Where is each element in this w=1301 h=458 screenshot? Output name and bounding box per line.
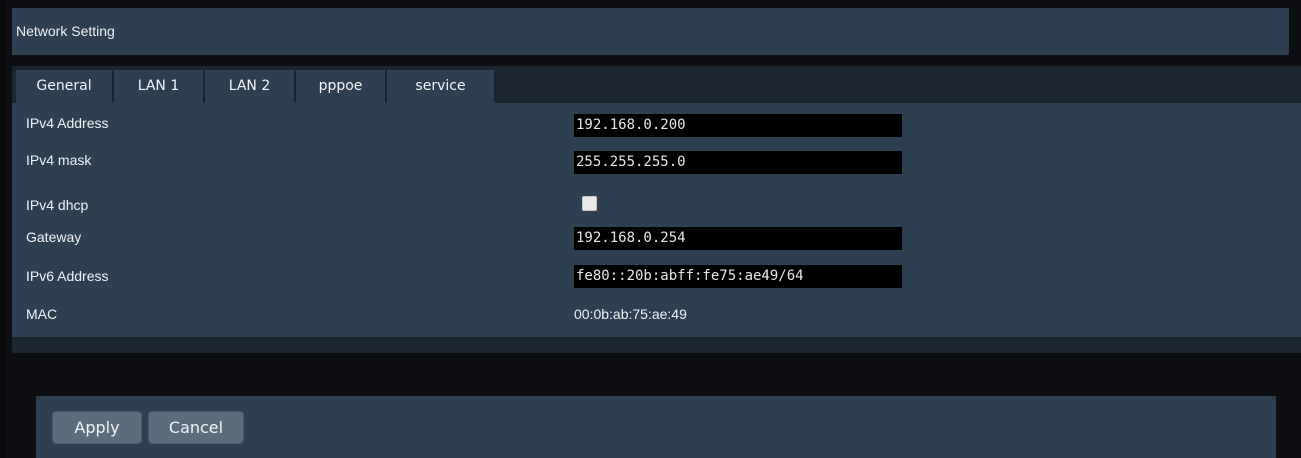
gateway-label: Gateway <box>26 229 82 245</box>
ipv4-address-field[interactable] <box>574 114 902 137</box>
ipv4-dhcp-label: IPv4 dhcp <box>26 197 89 213</box>
gateway-field[interactable] <box>574 227 902 250</box>
tab-bar: General LAN 1 LAN 2 pppoe service <box>12 66 1301 103</box>
tab-lan2[interactable]: LAN 2 <box>205 70 295 103</box>
ipv6-address-field[interactable] <box>574 265 902 288</box>
panel-footer-strip <box>12 337 1301 353</box>
network-settings-window: Network Setting General LAN 1 LAN 2 pppo… <box>0 0 1301 458</box>
cancel-button[interactable]: Cancel <box>148 411 244 444</box>
ipv4-dhcp-checkbox[interactable] <box>582 196 597 211</box>
ipv4-mask-field[interactable] <box>574 151 902 174</box>
tab-lan1[interactable]: LAN 1 <box>114 70 204 103</box>
tab-pppoe[interactable]: pppoe <box>296 70 386 103</box>
ipv4-address-label: IPv4 Address <box>26 115 109 131</box>
apply-button[interactable]: Apply <box>52 411 142 444</box>
tab-general[interactable]: General <box>16 70 113 103</box>
lan1-settings-panel: IPv4 Address IPv4 mask IPv4 dhcp Gateway… <box>12 103 1301 337</box>
mac-label: MAC <box>26 306 58 322</box>
ipv4-mask-label: IPv4 mask <box>26 152 92 168</box>
tab-service[interactable]: service <box>387 70 495 103</box>
action-bar: Apply Cancel <box>36 396 1276 458</box>
mac-value: 00:0b:ab:75:ae:49 <box>574 306 687 322</box>
ipv6-address-label: IPv6 Address <box>26 268 109 284</box>
page-title: Network Setting <box>12 8 1289 55</box>
